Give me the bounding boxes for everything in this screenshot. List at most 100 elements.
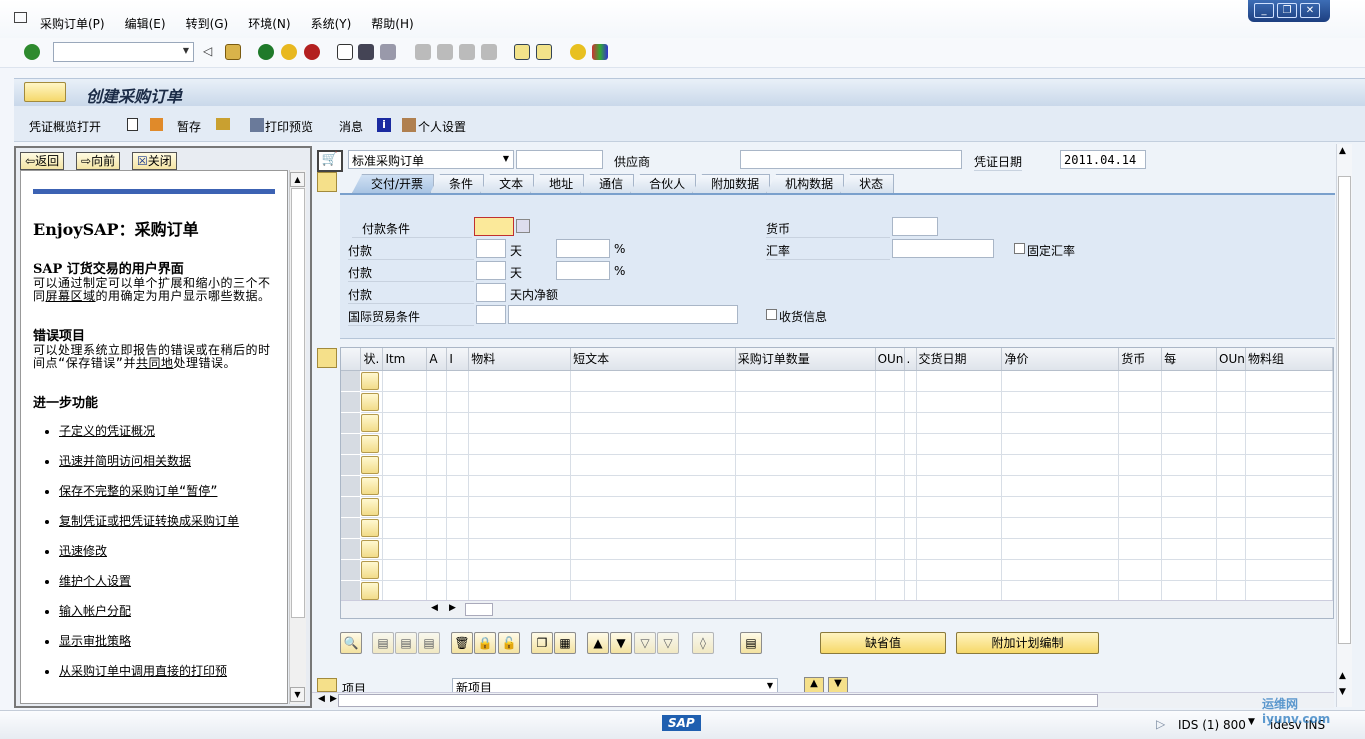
table-cell[interactable] bbox=[904, 580, 917, 602]
unlock-icon[interactable]: 🔓 bbox=[498, 632, 520, 654]
table-cell[interactable] bbox=[468, 496, 572, 518]
help-function-link[interactable]: 迅速并简明访问相关数据 bbox=[59, 454, 191, 468]
menu-goto[interactable]: 转到(G) bbox=[186, 15, 229, 32]
table-cell[interactable] bbox=[904, 412, 917, 434]
table-cell[interactable] bbox=[382, 538, 428, 560]
delete-icon[interactable]: 🗑 bbox=[451, 632, 473, 654]
table-cell[interactable] bbox=[446, 580, 470, 602]
table-cell[interactable] bbox=[570, 517, 736, 539]
value-help-icon[interactable] bbox=[516, 219, 530, 233]
table-cell[interactable] bbox=[735, 391, 876, 413]
table-cell[interactable] bbox=[916, 496, 1003, 518]
table-cell[interactable] bbox=[382, 580, 428, 602]
table-cell[interactable] bbox=[446, 538, 470, 560]
scroll-right-icon[interactable]: ▶ bbox=[330, 694, 337, 704]
table-cell[interactable] bbox=[875, 517, 905, 539]
status-button[interactable] bbox=[361, 434, 380, 453]
tab-3[interactable]: 地址 bbox=[530, 174, 585, 193]
table-cell[interactable] bbox=[1161, 454, 1218, 476]
table-cell[interactable] bbox=[446, 433, 470, 455]
status-toggle-icon[interactable]: ▷ bbox=[1156, 717, 1165, 731]
table-cell[interactable] bbox=[468, 412, 572, 434]
help-function-link[interactable]: 子定义的凭证概况 bbox=[59, 424, 155, 438]
help-function-link[interactable]: 显示审批策略 bbox=[59, 634, 131, 648]
table-cell[interactable] bbox=[904, 475, 917, 497]
table-cell[interactable] bbox=[1245, 496, 1333, 518]
table-cell[interactable] bbox=[1245, 580, 1333, 602]
payment-percent-2-input[interactable] bbox=[556, 261, 610, 280]
table-cell[interactable] bbox=[1161, 370, 1218, 392]
table-cell[interactable] bbox=[1216, 370, 1247, 392]
table-cell[interactable] bbox=[916, 454, 1003, 476]
table-cell[interactable] bbox=[1001, 433, 1120, 455]
table-cell[interactable] bbox=[1245, 412, 1333, 434]
lock-icon[interactable]: 🔒 bbox=[474, 632, 496, 654]
table-cell[interactable] bbox=[916, 391, 1003, 413]
table-cell[interactable] bbox=[1118, 433, 1163, 455]
table-cell[interactable] bbox=[916, 517, 1003, 539]
collapse-arrow-icon[interactable]: ◁ bbox=[203, 44, 219, 60]
table-cell[interactable] bbox=[735, 580, 876, 602]
table-cell[interactable] bbox=[875, 433, 905, 455]
select-all-header[interactable] bbox=[341, 348, 362, 371]
table-cell[interactable] bbox=[382, 370, 428, 392]
column-header[interactable]: . bbox=[904, 348, 917, 371]
help-back-button[interactable]: ⇦返回 bbox=[20, 152, 65, 170]
copy-icon[interactable]: ❐ bbox=[531, 632, 553, 654]
table-cell[interactable] bbox=[468, 580, 572, 602]
default-values-button[interactable]: 缺省值 bbox=[820, 632, 946, 654]
table-cell[interactable] bbox=[1216, 475, 1247, 497]
table-cell[interactable] bbox=[1161, 517, 1218, 539]
table-cell[interactable] bbox=[468, 370, 572, 392]
table-cell[interactable] bbox=[468, 559, 572, 581]
next-item-button[interactable]: ▼ bbox=[828, 677, 848, 693]
row-selector[interactable] bbox=[341, 412, 362, 434]
table-cell[interactable] bbox=[1001, 454, 1120, 476]
table-cell[interactable] bbox=[468, 454, 572, 476]
table-cell[interactable] bbox=[1245, 517, 1333, 539]
table-cell[interactable] bbox=[570, 370, 736, 392]
create-document-icon[interactable] bbox=[127, 118, 138, 131]
table-cell[interactable] bbox=[426, 391, 448, 413]
column-header[interactable]: 货币 bbox=[1118, 348, 1163, 371]
table-cell[interactable] bbox=[1216, 454, 1247, 476]
table-cell[interactable] bbox=[1118, 538, 1163, 560]
doc-overview-button[interactable]: 凭证概览打开 bbox=[29, 118, 101, 135]
table-cell[interactable] bbox=[1245, 538, 1333, 560]
table-cell[interactable] bbox=[570, 391, 736, 413]
row-selector[interactable] bbox=[341, 517, 362, 539]
table-cell[interactable] bbox=[426, 580, 448, 602]
table-cell[interactable] bbox=[735, 496, 876, 518]
table-cell[interactable] bbox=[904, 433, 917, 455]
table-cell[interactable] bbox=[382, 517, 428, 539]
services-menu-button[interactable] bbox=[24, 82, 66, 102]
cart-icon[interactable]: 🛒 bbox=[317, 150, 343, 172]
scroll-left-icon[interactable]: ◀ bbox=[318, 694, 325, 704]
tab-1[interactable]: 条件 bbox=[430, 174, 485, 193]
table-cell[interactable] bbox=[570, 538, 736, 560]
menu-edit[interactable]: 编辑(E) bbox=[125, 15, 166, 32]
table-cell[interactable] bbox=[875, 454, 905, 476]
scroll-left-icon[interactable]: ◀ bbox=[431, 603, 438, 613]
table-cell[interactable] bbox=[1245, 559, 1333, 581]
table-cell[interactable] bbox=[1001, 517, 1120, 539]
row-selector[interactable] bbox=[341, 538, 362, 560]
layout-menu-icon[interactable] bbox=[592, 44, 608, 60]
table-cell[interactable] bbox=[1161, 559, 1218, 581]
close-window-button[interactable]: ✕ bbox=[1300, 3, 1320, 18]
table-cell[interactable] bbox=[1161, 475, 1218, 497]
table-cell[interactable] bbox=[735, 538, 876, 560]
select-all-icon[interactable]: ▦ bbox=[554, 632, 576, 654]
table-cell[interactable] bbox=[1245, 454, 1333, 476]
status-button[interactable] bbox=[361, 392, 380, 411]
column-header[interactable]: 采购订单数量 bbox=[735, 348, 876, 371]
table-cell[interactable] bbox=[735, 517, 876, 539]
tab-5[interactable]: 合伙人 bbox=[630, 174, 697, 193]
print-preview-button[interactable]: 打印预览 bbox=[265, 118, 313, 135]
table-cell[interactable] bbox=[570, 454, 736, 476]
table-cell[interactable] bbox=[1118, 391, 1163, 413]
table-cell[interactable] bbox=[735, 412, 876, 434]
table-cell[interactable] bbox=[1001, 559, 1120, 581]
table-cell[interactable] bbox=[570, 412, 736, 434]
table-cell[interactable] bbox=[1118, 580, 1163, 602]
